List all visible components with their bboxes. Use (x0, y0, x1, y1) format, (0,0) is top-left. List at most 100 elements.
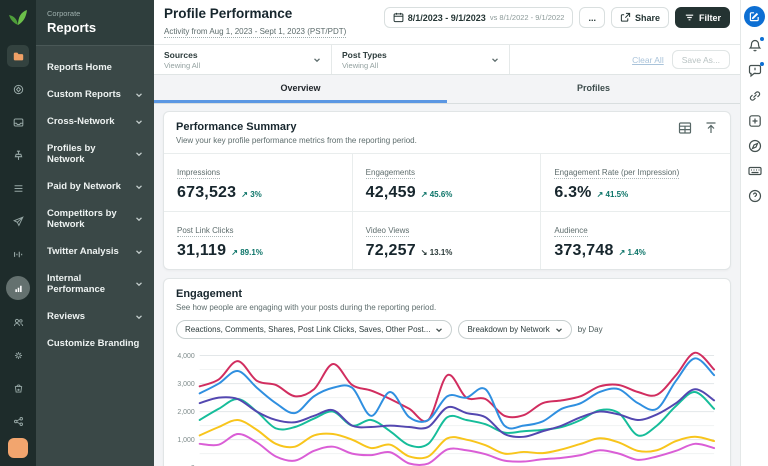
bag-star-icon[interactable] (7, 377, 29, 399)
keyboard-icon[interactable] (747, 163, 763, 179)
more-options-button[interactable]: ... (579, 7, 605, 28)
chevron-down-icon (492, 57, 498, 62)
metric-engagements: Engagements 42,459 ↗ 45.6% (352, 153, 542, 211)
target-icon[interactable] (7, 78, 29, 100)
tab-profiles[interactable]: Profiles (447, 75, 740, 103)
reports-sidebar: Corporate Reports Reports Home Custom Re… (36, 0, 154, 466)
clear-all-link[interactable]: Clear All (632, 55, 664, 65)
link-icon[interactable] (747, 88, 763, 104)
sidebar-item-profiles-by-network[interactable]: Profiles by Network (36, 135, 154, 173)
performance-summary-description: View your key profile performance metric… (176, 136, 417, 145)
metric-label[interactable]: Post Link Clicks (177, 226, 234, 237)
breakdown-select[interactable]: Breakdown by Network (458, 320, 572, 339)
metric-change: ↗ 41.5% (596, 190, 629, 199)
chart-svg: 01,0002,0003,0004,0001234567891011121314… (177, 351, 716, 466)
app-window: Corporate Reports Reports Home Custom Re… (0, 0, 768, 466)
save-as-button[interactable]: Save As... (671, 50, 730, 69)
metric-engagement-rate: Engagement Rate (per Impression) 6.3% ↗ 4… (541, 153, 730, 211)
filter-button[interactable]: Filter (674, 7, 730, 28)
report-tabs: Overview Profiles (154, 75, 740, 104)
feed-list-icon[interactable] (7, 177, 29, 199)
chevron-down-icon (136, 152, 142, 157)
metric-impressions: Impressions 673,523 ↗ 3% (164, 153, 353, 211)
rail-icon-list (6, 45, 30, 438)
export-icon[interactable] (704, 121, 718, 135)
inbox-icon[interactable] (7, 111, 29, 133)
share-nodes-icon[interactable] (7, 410, 29, 432)
series-line-youtube[interactable] (198, 433, 716, 466)
sidebar-nav-list: Reports Home Custom Reports Cross-Networ… (36, 46, 154, 365)
filter-icon (685, 14, 694, 21)
notification-dot (759, 62, 764, 66)
utility-rail (740, 0, 768, 466)
app-icon-rail (0, 0, 36, 466)
compare-range-value: vs 8/1/2022 - 9/1/2022 (489, 13, 565, 22)
metric-label[interactable]: Impressions (177, 168, 221, 179)
compose-button[interactable] (744, 6, 765, 27)
engagement-description: See how people are engaging with your po… (176, 303, 437, 312)
user-avatar[interactable] (8, 438, 28, 458)
granularity-label: by Day (577, 325, 603, 334)
y-axis-tick: 2,000 (177, 409, 194, 416)
engagement-line-chart[interactable]: 01,0002,0003,0004,0001234567891011121314… (164, 343, 730, 466)
metric-value: 42,459 (365, 184, 416, 201)
chevron-down-icon (136, 282, 142, 287)
report-activity-range: Activity from Aug 1, 2023 - Sept 1, 2023… (164, 27, 347, 38)
sidebar-eyebrow: Corporate (47, 9, 81, 18)
sidebar-title: Reports (47, 20, 97, 35)
engagement-controls: Reactions, Comments, Shares, Post Link C… (164, 320, 730, 343)
performance-summary-title: Performance Summary (176, 121, 297, 133)
sidebar-item-cross-network[interactable]: Cross-Network (36, 108, 154, 135)
paper-plane-icon[interactable] (7, 210, 29, 232)
notification-dot (759, 37, 764, 41)
notifications-bell-icon[interactable] (747, 37, 764, 54)
feedback-comment-icon[interactable] (747, 62, 764, 79)
metric-label[interactable]: Engagement Rate (per Impression) (554, 168, 680, 179)
share-button[interactable]: Share (610, 7, 669, 28)
series-line-tiktok[interactable] (198, 357, 716, 430)
metric-label[interactable]: Video Views (365, 226, 410, 237)
sidebar-item-twitter-analysis[interactable]: Twitter Analysis (36, 238, 154, 265)
sprout-logo-icon[interactable] (8, 7, 28, 27)
calendar-icon (393, 12, 404, 23)
tab-overview[interactable]: Overview (154, 75, 447, 103)
add-square-icon[interactable] (747, 113, 763, 129)
compose-pencil-icon (749, 12, 759, 22)
metric-label[interactable]: Audience (554, 226, 588, 237)
compass-icon[interactable] (747, 138, 763, 154)
engagement-card: Engagement See how people are engaging w… (163, 278, 731, 466)
sidebar-item-paid-by-network[interactable]: Paid by Network (36, 173, 154, 200)
engagement-metrics-select[interactable]: Reactions, Comments, Shares, Post Link C… (176, 320, 453, 339)
sidebar-item-customize-branding[interactable]: Customize Branding (36, 330, 154, 357)
report-filter-bar: Sources Viewing All Post Types Viewing A… (154, 44, 740, 75)
chevron-down-icon (136, 119, 142, 124)
folder-icon[interactable] (7, 45, 29, 67)
metric-change: ↗ 1.4% (618, 248, 646, 257)
person-gear-icon[interactable] (7, 344, 29, 366)
people-icon[interactable] (7, 311, 29, 333)
chevron-down-icon (136, 217, 142, 222)
sources-dropdown[interactable]: Sources Viewing All (154, 45, 332, 74)
waveform-icon[interactable] (7, 243, 29, 265)
pin-icon[interactable] (7, 144, 29, 166)
sidebar-item-reviews[interactable]: Reviews (36, 303, 154, 330)
sidebar-item-competitors-by-network[interactable]: Competitors by Network (36, 200, 154, 238)
series-line-instagram[interactable] (198, 351, 716, 423)
chevron-down-icon (136, 314, 142, 319)
metric-label[interactable]: Engagements (365, 168, 416, 179)
filter-bar-spacer (510, 45, 632, 74)
post-types-dropdown[interactable]: Post Types Viewing All (332, 45, 510, 74)
post-types-label: Post Types (342, 49, 387, 60)
date-range-button[interactable]: 8/1/2023 - 9/1/2023 vs 8/1/2022 - 9/1/20… (383, 7, 574, 28)
engagement-title: Engagement (176, 288, 243, 300)
sources-label: Sources (164, 49, 198, 60)
sidebar-item-custom-reports[interactable]: Custom Reports (36, 81, 154, 108)
help-icon[interactable] (747, 188, 763, 204)
metric-value: 373,748 (554, 242, 614, 259)
table-view-icon[interactable] (678, 121, 692, 135)
sidebar-item-reports-home[interactable]: Reports Home (36, 54, 154, 81)
metric-audience: Audience 373,748 ↗ 1.4% (541, 211, 730, 269)
post-types-value: Viewing All (342, 60, 379, 70)
sidebar-item-internal-performance[interactable]: Internal Performance (36, 265, 154, 303)
reports-bar-chart-icon[interactable] (6, 276, 30, 300)
